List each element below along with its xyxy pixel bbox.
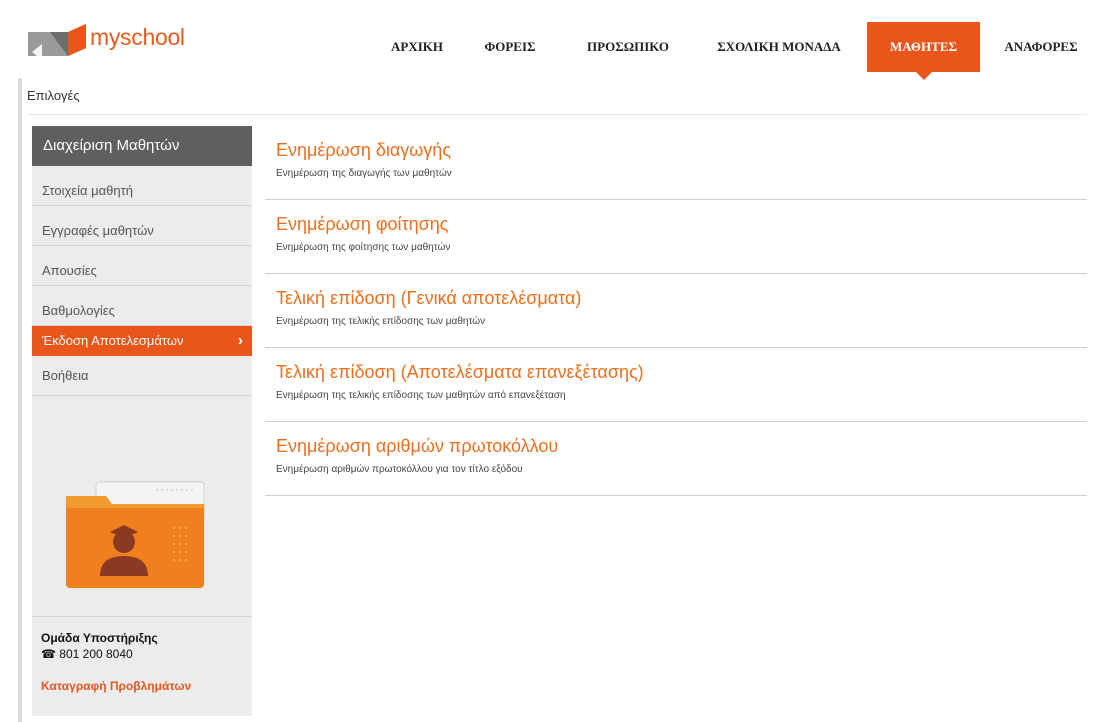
sidebar: Διαχείριση Μαθητών Στοιχεία μαθητή Εγγρα… — [32, 126, 252, 716]
breadcrumb-divider — [27, 114, 1087, 115]
report-problems-link[interactable]: Καταγραφή Προβλημάτων — [41, 679, 191, 693]
list-item: Ενημέρωση αριθμών πρωτοκόλλου Ενημέρωση … — [265, 422, 1087, 496]
top-header: myschool ΑΡΧΙΚΗ ΦΟΡΕΙΣ ΠΡΟΣΩΠΙΚΟ ΣΧΟΛΙΚΗ… — [0, 0, 1105, 80]
entry-description: Ενημέρωση της φοίτησης των μαθητών — [276, 242, 451, 253]
support-box: Ομάδα Υποστήριξης ☎ 801 200 8040 Καταγρα… — [32, 616, 252, 717]
nav-item-agencies[interactable]: ΦΟΡΕΙΣ — [480, 22, 540, 72]
left-edge-bar — [18, 78, 22, 722]
sidebar-item-help[interactable]: Βοήθεια — [32, 356, 252, 396]
support-phone-number: 801 200 8040 — [59, 647, 133, 661]
sidebar-item-label: Έκδοση Αποτελεσμάτων — [42, 333, 184, 348]
entry-description: Ενημέρωση της διαγωγής των μαθητών — [276, 168, 452, 179]
nav-item-students-label: ΜΑΘΗΤΕΣ — [890, 39, 957, 54]
breadcrumb: Επιλογές — [27, 88, 80, 103]
entry-description: Ενημέρωση της τελικής επίδοσης των μαθητ… — [276, 316, 486, 327]
active-indicator-arrow-icon — [915, 72, 932, 80]
sidebar-item-student-details[interactable]: Στοιχεία μαθητή — [32, 166, 252, 206]
entry-title-link[interactable]: Ενημέρωση αριθμών πρωτοκόλλου — [276, 436, 558, 457]
nav-item-reports[interactable]: ΑΝΑΦΟΡΕΣ — [1000, 22, 1082, 72]
entry-title-link[interactable]: Τελική επίδοση (Γενικά αποτελέσματα) — [276, 288, 581, 309]
student-folder-icon — [66, 481, 205, 588]
list-item: Τελική επίδοση (Γενικά αποτελέσματα) Ενη… — [265, 274, 1087, 348]
list-item: Ενημέρωση διαγωγής Ενημέρωση της διαγωγή… — [265, 126, 1087, 200]
nav-item-home[interactable]: ΑΡΧΙΚΗ — [386, 22, 448, 72]
entry-title-link[interactable]: Ενημέρωση φοίτησης — [276, 214, 448, 235]
entry-description: Ενημέρωση της τελικής επίδοσης των μαθητ… — [276, 390, 566, 401]
sidebar-item-grades[interactable]: Βαθμολογίες — [32, 286, 252, 326]
list-item: Τελική επίδοση (Αποτελέσματα επανεξέταση… — [265, 348, 1087, 422]
nav-item-school-unit[interactable]: ΣΧΟΛΙΚΗ ΜΟΝΑΔΑ — [712, 22, 846, 72]
sidebar-item-absences[interactable]: Απουσίες — [32, 246, 252, 286]
entry-description: Ενημέρωση αριθμών πρωτοκόλλου για τον τί… — [276, 464, 523, 475]
list-item: Ενημέρωση φοίτησης Ενημέρωση της φοίτηση… — [265, 200, 1087, 274]
main-nav: ΑΡΧΙΚΗ ΦΟΡΕΙΣ ΠΡΟΣΩΠΙΚΟ ΣΧΟΛΙΚΗ ΜΟΝΑΔΑ Μ… — [0, 22, 1105, 80]
sidebar-item-enrollments[interactable]: Εγγραφές μαθητών — [32, 206, 252, 246]
nav-item-students[interactable]: ΜΑΘΗΤΕΣ — [867, 22, 980, 80]
support-title: Ομάδα Υποστήριξης — [41, 631, 158, 645]
sidebar-title: Διαχείριση Μαθητών — [32, 126, 252, 166]
phone-icon: ☎ — [41, 647, 56, 661]
entry-title-link[interactable]: Ενημέρωση διαγωγής — [276, 140, 451, 161]
entry-title-link[interactable]: Τελική επίδοση (Αποτελέσματα επανεξέταση… — [276, 362, 644, 383]
support-phone-row: ☎ 801 200 8040 — [41, 647, 133, 661]
chevron-right-icon: › — [238, 332, 243, 349]
options-list: Ενημέρωση διαγωγής Ενημέρωση της διαγωγή… — [265, 126, 1087, 496]
sidebar-item-results-issue[interactable]: Έκδοση Αποτελεσμάτων › — [32, 326, 252, 356]
nav-item-staff[interactable]: ΠΡΟΣΩΠΙΚΟ — [582, 22, 674, 72]
